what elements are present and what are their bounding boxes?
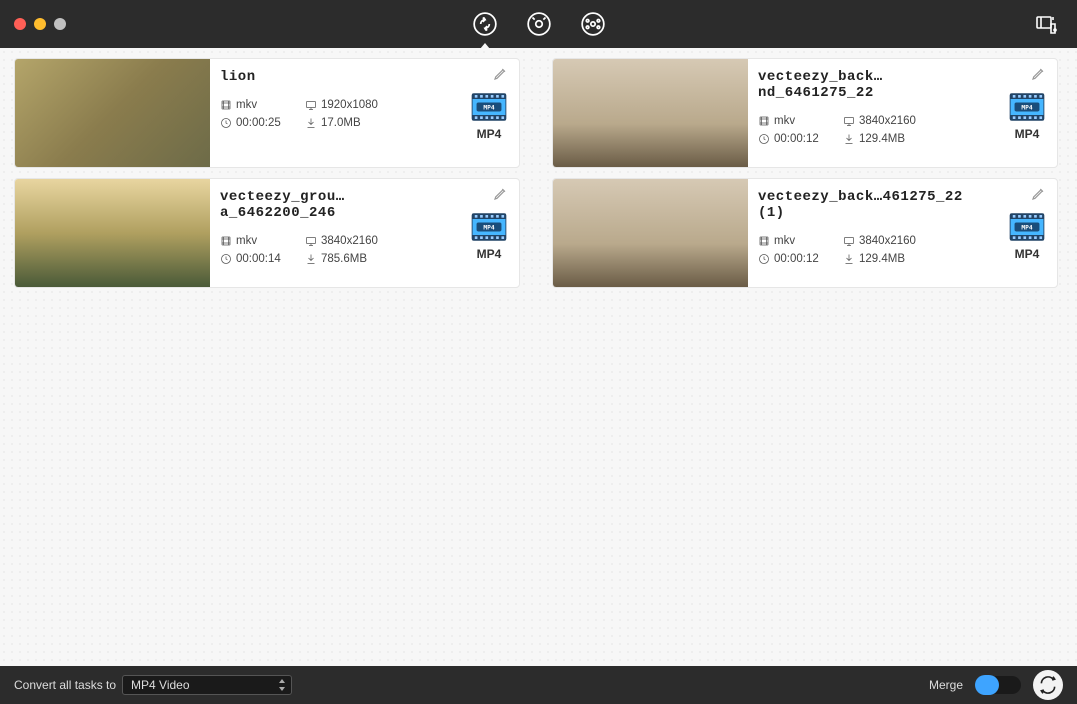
traffic-lights <box>14 18 66 30</box>
minimize-window-button[interactable] <box>34 18 46 30</box>
toggle-knob <box>975 675 999 695</box>
video-thumbnail[interactable] <box>15 179 210 287</box>
svg-text:MP4: MP4 <box>1021 225 1032 232</box>
meta-duration: 00:00:14 <box>220 253 305 265</box>
video-card[interactable]: vecteezy_grou…a_6462200_246 mkv 3840x216… <box>14 178 520 288</box>
convert-all-label: Convert all tasks to <box>14 678 116 692</box>
meta-filesize: 17.0MB <box>305 117 415 129</box>
card-body: vecteezy_back…nd_6461275_22 mkv 3840x216… <box>748 59 1057 167</box>
titlebar <box>0 0 1077 48</box>
meta-duration: 00:00:12 <box>758 253 843 265</box>
target-format-label: MP4 <box>1015 127 1040 141</box>
target-format-label: MP4 <box>477 127 502 141</box>
meta-format: mkv <box>758 115 843 127</box>
meta-format: mkv <box>220 235 305 247</box>
maximize-window-button[interactable] <box>54 18 66 30</box>
meta-format: mkv <box>758 235 843 247</box>
video-card[interactable]: vecteezy_back…nd_6461275_22 mkv 3840x216… <box>552 58 1058 168</box>
target-format-label: MP4 <box>1015 247 1040 261</box>
meta-filesize: 785.6MB <box>305 253 415 265</box>
svg-text:MP4: MP4 <box>1021 105 1032 112</box>
video-card[interactable]: lion mkv 1920x1080 00:00:25 17.0MB <box>14 58 520 168</box>
media-library-button[interactable] <box>1033 11 1059 37</box>
video-thumbnail[interactable] <box>553 59 748 167</box>
meta-resolution: 3840x2160 <box>843 115 953 127</box>
top-tabs <box>470 9 608 39</box>
card-body: vecteezy_grou…a_6462200_246 mkv 3840x216… <box>210 179 519 287</box>
start-convert-button[interactable] <box>1033 670 1063 700</box>
tab-convert[interactable] <box>470 9 500 39</box>
target-format-select[interactable]: MP4 Video <box>122 675 292 695</box>
target-format-badge[interactable]: MP4 MP4 <box>471 91 507 141</box>
svg-text:MP4: MP4 <box>483 225 494 232</box>
svg-text:MP4: MP4 <box>483 105 494 112</box>
video-title: vecteezy_grou…a_6462200_246 <box>220 189 450 221</box>
video-thumbnail[interactable] <box>553 179 748 287</box>
meta-filesize: 129.4MB <box>843 253 953 265</box>
video-title: vecteezy_back…461275_22 (1) <box>758 189 988 221</box>
tab-download[interactable] <box>524 9 554 39</box>
edit-button[interactable] <box>493 65 511 83</box>
meta-resolution: 1920x1080 <box>305 99 415 111</box>
meta-format: mkv <box>220 99 305 111</box>
merge-toggle[interactable] <box>975 676 1021 694</box>
target-format-label: MP4 <box>477 247 502 261</box>
edit-button[interactable] <box>493 185 511 203</box>
target-format-badge[interactable]: MP4 MP4 <box>1009 211 1045 261</box>
meta-filesize: 129.4MB <box>843 133 953 145</box>
target-format-badge[interactable]: MP4 MP4 <box>471 211 507 261</box>
meta-duration: 00:00:25 <box>220 117 305 129</box>
selected-target-format: MP4 Video <box>131 678 189 692</box>
card-body: lion mkv 1920x1080 00:00:25 17.0MB <box>210 59 519 167</box>
video-card[interactable]: vecteezy_back…461275_22 (1) mkv 3840x216… <box>552 178 1058 288</box>
video-title: lion <box>220 69 450 85</box>
video-thumbnail[interactable] <box>15 59 210 167</box>
video-title: vecteezy_back…nd_6461275_22 <box>758 69 988 101</box>
edit-button[interactable] <box>1031 185 1049 203</box>
meta-resolution: 3840x2160 <box>843 235 953 247</box>
card-body: vecteezy_back…461275_22 (1) mkv 3840x216… <box>748 179 1057 287</box>
edit-button[interactable] <box>1031 65 1049 83</box>
meta-resolution: 3840x2160 <box>305 235 415 247</box>
merge-label: Merge <box>929 678 963 692</box>
target-format-badge[interactable]: MP4 MP4 <box>1009 91 1045 141</box>
close-window-button[interactable] <box>14 18 26 30</box>
tab-dvd[interactable] <box>578 9 608 39</box>
main-content: lion mkv 1920x1080 00:00:25 17.0MB <box>0 48 1077 666</box>
meta-duration: 00:00:12 <box>758 133 843 145</box>
bottombar: Convert all tasks to MP4 Video Merge <box>0 666 1077 704</box>
